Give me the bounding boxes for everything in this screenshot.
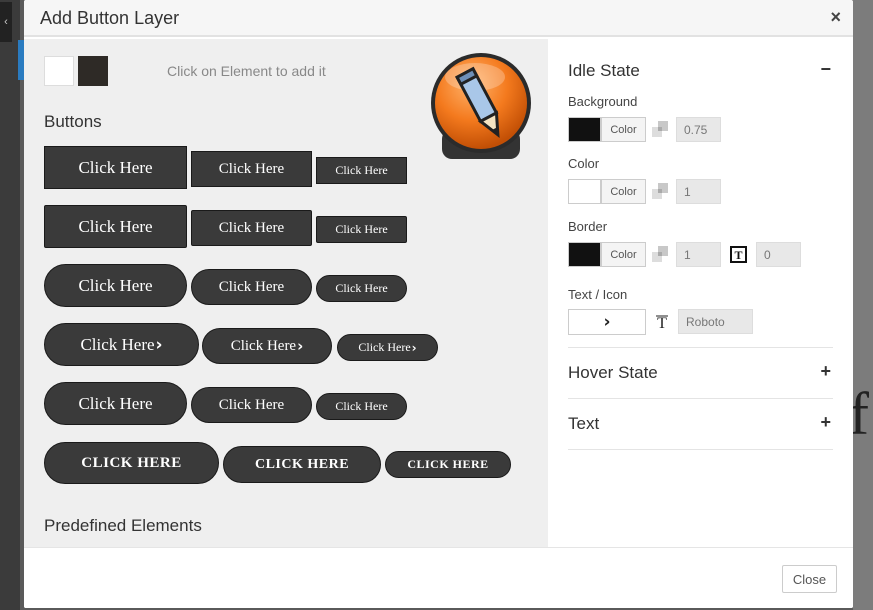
- modal-header: Add Button Layer ×: [24, 0, 853, 37]
- hint-text: Click on Element to add it: [167, 63, 326, 79]
- button-label: Click Here: [218, 160, 285, 177]
- button-pill-large-2[interactable]: Click Here: [44, 382, 187, 425]
- border-width-field[interactable]: 0: [756, 242, 801, 267]
- button-pill-small-2[interactable]: Click Here: [316, 393, 407, 420]
- color-opacity-field[interactable]: 1: [676, 179, 721, 204]
- border-label: Border: [568, 219, 608, 234]
- text-icon-row: › T Roboto: [568, 309, 768, 335]
- button-label: Click Here: [218, 278, 285, 295]
- chevron-right-icon: ›: [297, 337, 304, 355]
- font-icon: T: [656, 315, 668, 330]
- close-button[interactable]: Close: [782, 565, 837, 593]
- chevron-right-icon: ›: [155, 334, 163, 355]
- button-label: CLICK HERE: [254, 456, 350, 472]
- opacity-icon: [652, 121, 668, 137]
- settings-panel: Idle State − Background Color 0.75 Color…: [548, 39, 853, 547]
- button-square-large[interactable]: Click Here: [44, 146, 187, 189]
- button-pill-small[interactable]: Click Here: [316, 275, 407, 302]
- button-label: Click Here: [335, 163, 388, 177]
- background-page-left: [0, 0, 20, 610]
- divider: [568, 398, 833, 399]
- text-color-button[interactable]: Color: [601, 179, 646, 204]
- button-rounded-small[interactable]: Click Here: [316, 216, 407, 243]
- button-pill-medium[interactable]: Click Here: [191, 269, 312, 305]
- button-label: Click Here: [335, 281, 388, 295]
- text-icon-label: Text / Icon: [568, 287, 628, 302]
- button-caps-medium[interactable]: CLICK HERE: [223, 446, 381, 483]
- background-label: Background: [568, 94, 638, 109]
- hover-state-title[interactable]: Hover State: [568, 363, 658, 383]
- button-rounded-medium[interactable]: Click Here: [191, 210, 312, 246]
- color-label: Color: [568, 156, 600, 171]
- button-label: Click Here: [218, 219, 285, 236]
- white-swatch[interactable]: [44, 56, 74, 86]
- border-row: Color 1 T 0: [568, 242, 808, 268]
- button-label: Click Here: [230, 337, 297, 354]
- collapse-minus-icon[interactable]: −: [820, 59, 831, 80]
- add-button-layer-modal: Add Button Layer × Click on Element to a…: [24, 0, 853, 608]
- border-color-swatch[interactable]: [568, 242, 601, 267]
- expand-plus-icon[interactable]: +: [820, 361, 831, 382]
- idle-state-title[interactable]: Idle State: [568, 61, 640, 81]
- collapse-arrow-icon[interactable]: ‹: [0, 2, 12, 42]
- button-pill-arrow-small[interactable]: Click Here ›: [337, 334, 438, 361]
- button-label: Click Here: [78, 393, 153, 413]
- modal-footer: Close: [24, 547, 853, 608]
- button-label: Click Here: [335, 399, 388, 413]
- button-caps-large[interactable]: CLICK HERE: [44, 442, 219, 484]
- button-label: Click Here: [78, 157, 153, 177]
- font-family-field[interactable]: Roboto: [678, 309, 753, 334]
- button-pill-arrow-large[interactable]: Click Here ›: [44, 323, 199, 366]
- border-width-icon: T: [730, 246, 747, 263]
- elements-panel: Click on Element to add it Buttons Click…: [24, 39, 548, 547]
- close-icon[interactable]: ×: [830, 7, 841, 28]
- chevron-right-icon: ›: [411, 340, 417, 355]
- background-color-swatch[interactable]: [568, 117, 601, 142]
- button-square-medium[interactable]: Click Here: [191, 151, 312, 187]
- button-pill-large[interactable]: Click Here: [44, 264, 187, 307]
- text-color-swatch[interactable]: [568, 179, 601, 204]
- text-section-title[interactable]: Text: [568, 414, 599, 434]
- opacity-icon: [652, 183, 668, 199]
- buttons-section-title: Buttons: [44, 112, 102, 131]
- button-pill-medium-2[interactable]: Click Here: [191, 387, 312, 423]
- divider: [568, 449, 833, 450]
- svg-text:T: T: [657, 315, 667, 330]
- button-square-small[interactable]: Click Here: [316, 157, 407, 184]
- svg-text:T: T: [734, 248, 742, 262]
- border-color-button[interactable]: Color: [601, 242, 646, 267]
- button-label: Click Here: [80, 334, 155, 354]
- modal-title: Add Button Layer: [40, 8, 180, 28]
- dark-swatch[interactable]: [78, 56, 108, 86]
- pencil-icon: [427, 51, 535, 161]
- button-caps-small[interactable]: CLICK HERE: [385, 451, 511, 478]
- border-opacity-field[interactable]: 1: [676, 242, 721, 267]
- button-label: Click Here: [358, 340, 411, 354]
- button-label: CLICK HERE: [407, 457, 489, 471]
- button-label: Click Here: [78, 216, 153, 236]
- expand-plus-icon[interactable]: +: [820, 412, 831, 433]
- button-label: Click Here: [78, 275, 153, 295]
- opacity-icon: [652, 246, 668, 262]
- button-rounded-large[interactable]: Click Here: [44, 205, 187, 248]
- background-opacity-field[interactable]: 0.75: [676, 117, 721, 142]
- background-color-button[interactable]: Color: [601, 117, 646, 142]
- icon-picker[interactable]: ›: [568, 309, 646, 335]
- button-label: Click Here: [218, 396, 285, 413]
- button-label: Click Here: [335, 222, 388, 236]
- predefined-section-title: Predefined Elements: [44, 516, 202, 535]
- button-label: CLICK HERE: [81, 454, 182, 471]
- divider: [568, 347, 833, 348]
- button-pill-arrow-medium[interactable]: Click Here ›: [202, 328, 332, 364]
- background-page-right: [853, 0, 873, 610]
